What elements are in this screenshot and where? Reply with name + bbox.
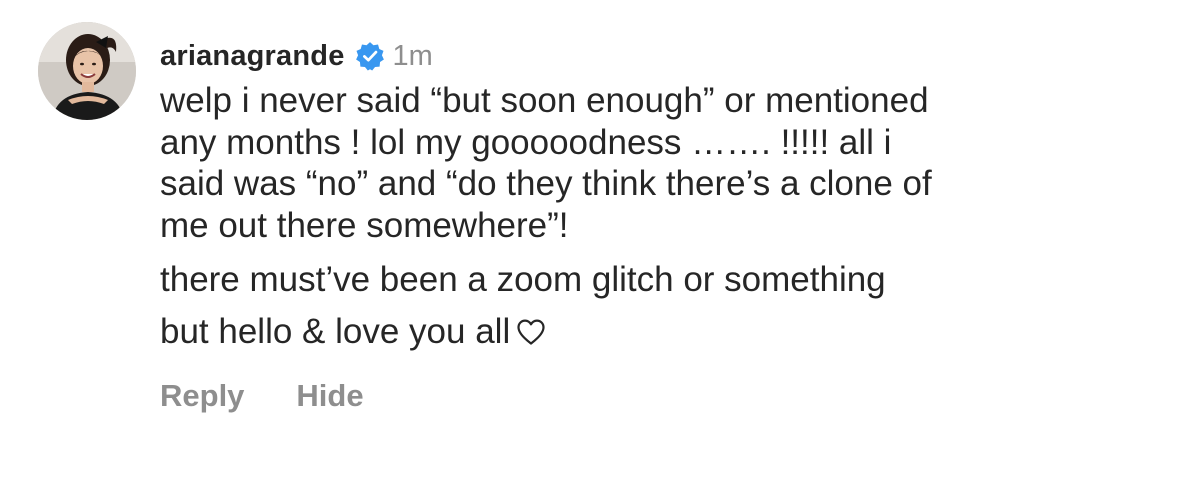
reply-button[interactable]: Reply xyxy=(160,378,244,414)
comment-text: welp i never said “but soon enough” or m… xyxy=(160,80,1170,352)
comment-header: arianagrande 1m xyxy=(160,34,1170,78)
hide-button[interactable]: Hide xyxy=(296,378,363,414)
username[interactable]: arianagrande xyxy=(160,40,345,73)
comment-line: but hello & love you all xyxy=(160,311,511,351)
comment: arianagrande 1m welp i never said “but s… xyxy=(38,22,1178,472)
comment-body: arianagrande 1m welp i never said “but s… xyxy=(160,34,1170,414)
profile-photo-avatar xyxy=(38,22,136,120)
verified-badge-icon xyxy=(355,41,385,71)
comment-line: any months ! lol my gooooodness ……. !!!!… xyxy=(160,122,892,162)
comment-paragraph-1: welp i never said “but soon enough” or m… xyxy=(160,80,1170,246)
comment-actions: Reply Hide xyxy=(160,378,1170,414)
comment-line: me out there somewhere”! xyxy=(160,205,569,245)
timestamp: 1m xyxy=(392,39,433,72)
comment-line-with-heart: but hello & love you all xyxy=(160,311,1170,353)
heart-outline-icon xyxy=(516,314,546,345)
avatar[interactable] xyxy=(38,22,136,120)
comment-line: there must’ve been a zoom glitch or some… xyxy=(160,260,886,299)
comment-line: welp i never said “but soon enough” or m… xyxy=(160,81,929,120)
comment-line: said was “no” and “do they think there’s… xyxy=(160,164,932,203)
comment-paragraph-2: there must’ve been a zoom glitch or some… xyxy=(160,259,1170,352)
